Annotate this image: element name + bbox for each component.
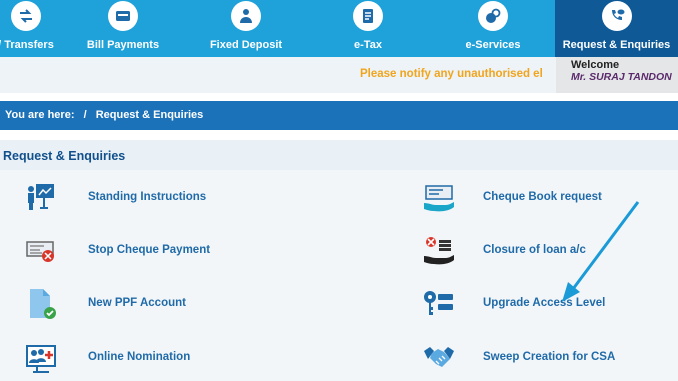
- key-access-icon: [422, 287, 456, 321]
- stop-cheque-label: Stop Cheque Payment: [88, 244, 211, 256]
- nav-transfers-label: / Transfers: [0, 39, 54, 51]
- breadcrumb-separator: /: [83, 109, 87, 121]
- breadcrumb-prefix: You are here:: [5, 109, 75, 121]
- nav-fixed-deposit-label: Fixed Deposit: [209, 39, 283, 51]
- annotation-arrow-icon: [562, 201, 640, 302]
- nav-bill-payments-label: Bill Payments: [86, 39, 160, 51]
- notice-marquee: Please notify any unauthorised ele: [360, 68, 543, 80]
- nav-fixed-deposit[interactable]: Fixed Deposit: [196, 0, 296, 57]
- welcome-label: Welcome: [571, 59, 620, 71]
- new-ppf-account-link[interactable]: New PPF Account: [24, 287, 224, 321]
- nav-etax-label: e-Tax: [354, 39, 382, 51]
- breadcrumb-current[interactable]: Request & Enquiries: [96, 109, 204, 121]
- nav-request-enquiries[interactable]: Request & Enquiries: [555, 0, 678, 57]
- transfer-icon: [11, 1, 41, 31]
- loan-closure-hand-icon: [422, 234, 456, 268]
- standing-instructions-link[interactable]: Standing Instructions: [24, 181, 224, 215]
- phone-chat-icon: [601, 1, 632, 31]
- nav-transfers[interactable]: / Transfers: [0, 0, 70, 57]
- welcome-box: Welcome Mr. SURAJ TANDON: [556, 57, 678, 93]
- stop-cheque-link[interactable]: Stop Cheque Payment: [24, 234, 224, 268]
- nomination-people-icon: [24, 341, 58, 375]
- presentation-board-icon: [24, 181, 58, 215]
- section-title: Request & Enquiries: [0, 140, 678, 170]
- handshake-icon: [422, 341, 456, 375]
- sweep-creation-link[interactable]: Sweep Creation for CSA: [422, 341, 632, 375]
- online-nomination-link[interactable]: Online Nomination: [24, 341, 224, 375]
- online-nomination-label: Online Nomination: [88, 351, 191, 363]
- cheque-cancel-icon: [24, 234, 58, 268]
- nav-bill-payments[interactable]: Bill Payments: [78, 0, 168, 57]
- standing-instructions-label: Standing Instructions: [88, 191, 207, 203]
- breadcrumb: You are here: / Request & Enquiries: [0, 101, 678, 130]
- tax-document-icon: [353, 1, 383, 31]
- bill-icon: [108, 1, 138, 31]
- sweep-creation-label: Sweep Creation for CSA: [483, 351, 616, 363]
- nav-request-enquiries-label: Request & Enquiries: [562, 39, 671, 51]
- top-navigation: / Transfers Bill Payments Fixed Deposit …: [0, 0, 678, 57]
- document-check-icon: [24, 287, 58, 321]
- services-icon: [478, 1, 508, 31]
- user-name: Mr. SURAJ TANDON: [571, 71, 672, 83]
- nav-eservices-label: e-Services: [465, 39, 521, 51]
- nav-eservices[interactable]: e-Services: [443, 0, 543, 57]
- new-ppf-account-label: New PPF Account: [88, 297, 186, 309]
- deposit-icon: [231, 1, 261, 31]
- nav-etax[interactable]: e-Tax: [318, 0, 418, 57]
- cheque-book-hand-icon: [422, 181, 456, 215]
